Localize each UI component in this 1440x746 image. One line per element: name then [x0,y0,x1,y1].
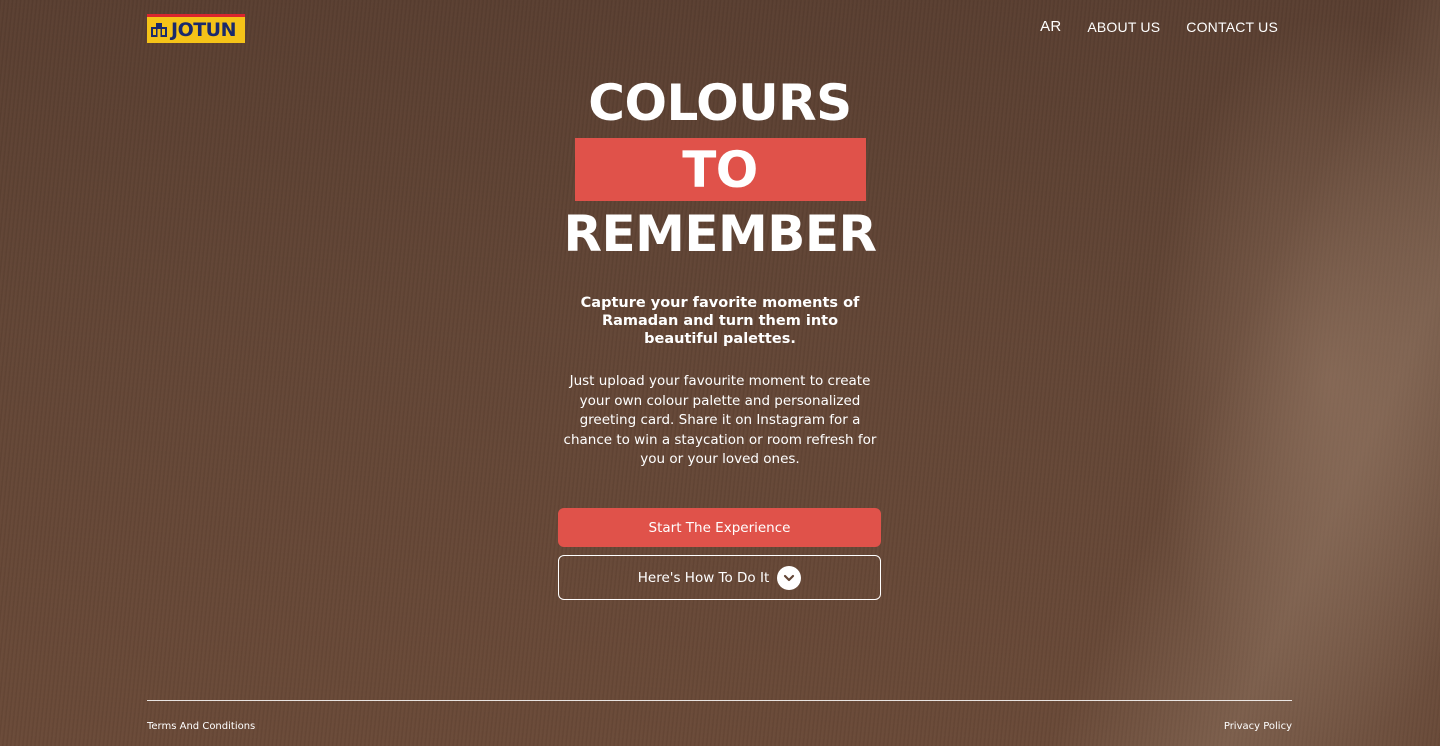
logo-wordmark: JOTUN [171,18,237,41]
hero-title: COLOURS TO REMEMBER [0,74,1440,271]
start-experience-button[interactable]: Start The Experience [558,508,881,547]
how-to-button[interactable]: Here's How To Do It [558,555,881,600]
title-line-colours: COLOURS [588,74,852,132]
privacy-link[interactable]: Privacy Policy [1224,721,1292,732]
language-toggle-ar[interactable]: AR [1040,18,1061,35]
title-line-remember: REMEMBER [563,205,877,263]
title-line-to-highlight: TO [574,138,866,201]
nav-about-us[interactable]: ABOUT US [1087,19,1160,35]
chevron-down-icon [777,565,802,590]
nav-contact-us[interactable]: CONTACT US [1186,19,1278,35]
footer-divider [147,700,1292,701]
jotun-logo[interactable]: JOTUN [147,14,245,43]
start-experience-label: Start The Experience [648,519,791,536]
jotun-emblem-icon [151,23,167,37]
hero-description: Just upload your favourite moment to cre… [563,373,877,467]
how-to-label: Here's How To Do It [637,569,770,586]
terms-link[interactable]: Terms And Conditions [147,721,255,732]
hero-subheading: Capture your favorite moments of Ramadan… [580,295,860,347]
top-nav: AR ABOUT US CONTACT US [1040,18,1278,35]
